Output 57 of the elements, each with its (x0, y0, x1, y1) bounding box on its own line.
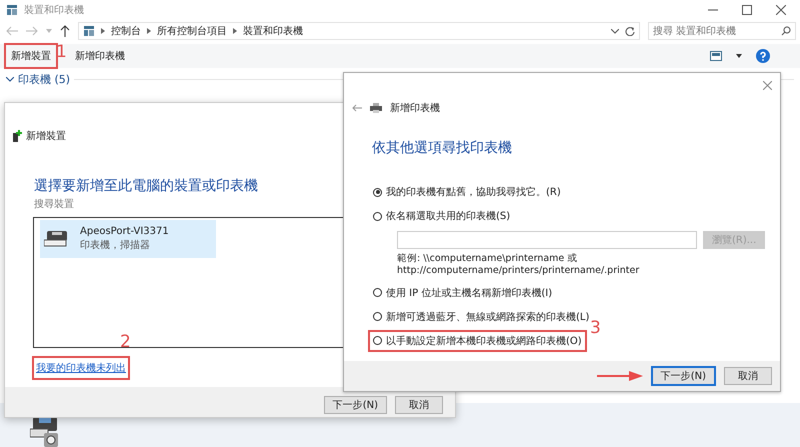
breadcrumb[interactable]: 裝置和印表機 (243, 24, 303, 38)
status-text: 搜尋裝置 (34, 198, 74, 211)
chevron-icon (147, 28, 151, 34)
search-icon (781, 26, 791, 36)
device-name: ApeosPort-VI3371 (80, 226, 169, 237)
close-icon[interactable] (763, 81, 772, 90)
dialog-title: 新增裝置 (26, 130, 66, 143)
help-icon[interactable] (756, 49, 770, 63)
close-icon[interactable] (776, 5, 786, 15)
printer-icon (370, 103, 382, 113)
group-header[interactable]: 印表機 (5) (18, 72, 70, 86)
chevron-icon (101, 28, 105, 34)
caret-icon[interactable] (736, 54, 742, 58)
breadcrumb[interactable]: 所有控制台項目 (157, 24, 227, 38)
radio-button[interactable] (373, 312, 382, 322)
radio-button[interactable] (373, 288, 382, 298)
device-add-icon (12, 130, 22, 142)
search-field[interactable]: 搜尋 裝置和印表機 (648, 22, 796, 40)
address-bar[interactable]: 控制台 所有控制台項目 裝置和印表機 (78, 22, 640, 40)
device-item[interactable]: ApeosPort-VI3371 印表機，掃描器 (40, 220, 216, 258)
toolbar-button[interactable]: 新增裝置 (6, 45, 56, 67)
radio-button[interactable] (373, 336, 382, 346)
control-panel-icon (83, 25, 95, 37)
chevron-icon[interactable] (6, 76, 14, 82)
breadcrumb[interactable]: 控制台 (111, 24, 141, 38)
toolbar-button[interactable]: 新增印表機 (70, 45, 130, 67)
example-text: 範例: \\computername\printername 或 http://computername/printers/printername/.printer (397, 253, 640, 278)
step-number: 3 (590, 320, 601, 337)
up-arrow-icon[interactable] (60, 25, 70, 37)
radio-option[interactable]: 使用 IP 位址或主機名稱新增印表機(I) (370, 284, 556, 302)
printer-icon (44, 229, 70, 249)
window-title: 裝置和印表機 (24, 4, 84, 17)
dialog-heading: 選擇要新增至此電腦的裝置或印表機 (34, 177, 258, 195)
printer-name-field[interactable] (397, 231, 697, 249)
view-icon[interactable] (710, 51, 722, 61)
radio-button[interactable] (373, 212, 382, 220)
radio-option[interactable]: 我的印表機有點舊，協助我尋找它。(R) (370, 183, 564, 201)
radio-option[interactable]: 依名稱選取共用的印表機(S) (370, 207, 514, 225)
back-arrow-icon[interactable] (352, 104, 362, 112)
radio-option[interactable]: 以手動設定新增本機印表機或網路印表機(O) (370, 332, 585, 350)
dropdown-icon[interactable] (611, 28, 619, 34)
radio-button[interactable] (373, 188, 382, 196)
chevron-icon (233, 28, 237, 34)
dialog-title: 新增印表機 (390, 102, 440, 115)
printer-not-listed-link[interactable]: 我要的印表機未列出 (34, 358, 128, 378)
dialog-button[interactable]: 下一步(N) (650, 366, 716, 386)
step-number: 1 (56, 44, 67, 61)
refresh-icon[interactable] (625, 26, 635, 36)
device-type: 印表機，掃描器 (80, 238, 151, 252)
step-number: 2 (120, 334, 131, 351)
control-panel-icon (6, 4, 18, 16)
dialog-button[interactable]: 取消 (395, 396, 443, 414)
radio-option[interactable]: 新增可透過藍牙、無線或網路探索的印表機(L) (370, 308, 592, 326)
maximize-icon[interactable] (742, 5, 752, 15)
dialog-button[interactable]: 取消 (724, 367, 772, 385)
dialog-button[interactable]: 下一步(N) (324, 396, 387, 414)
dialog-heading: 依其他選項尋找印表機 (372, 139, 512, 157)
